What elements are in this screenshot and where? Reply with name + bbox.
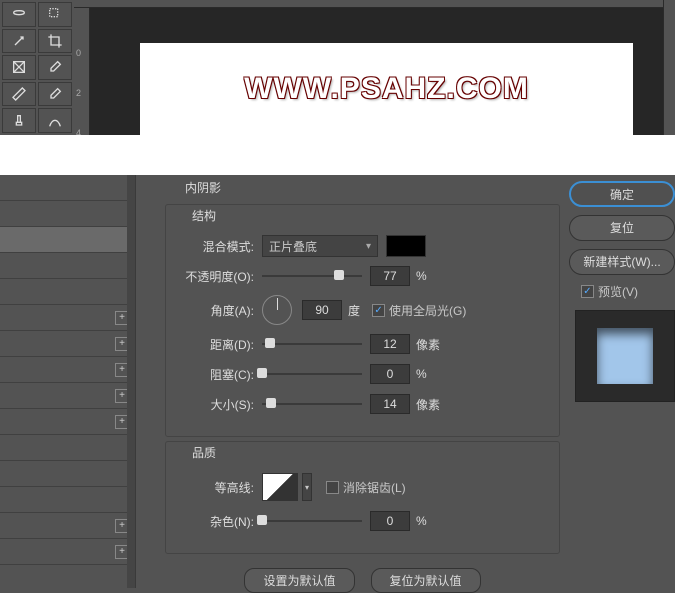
size-row: 大小(S): 像素 <box>178 392 547 416</box>
list-item[interactable]: + <box>0 331 135 357</box>
preview-swatch <box>597 328 653 384</box>
distance-label: 距离(D): <box>178 336 262 353</box>
stamp-tool[interactable] <box>2 108 36 133</box>
angle-label: 角度(A): <box>178 302 262 319</box>
distance-input[interactable] <box>370 334 410 354</box>
cancel-button[interactable]: 复位 <box>569 215 675 241</box>
new-style-button[interactable]: 新建样式(W)... <box>569 249 675 275</box>
angle-input[interactable] <box>302 300 342 320</box>
styles-list: + + + + + + + <box>0 175 136 588</box>
size-label: 大小(S): <box>178 396 262 413</box>
tools-panel <box>0 0 74 135</box>
gap <box>0 135 675 177</box>
magic-wand-tool[interactable] <box>2 29 36 54</box>
contour-dropdown[interactable]: ▾ <box>302 473 312 501</box>
list-item[interactable] <box>0 487 135 513</box>
history-brush-tool[interactable] <box>38 108 72 133</box>
list-item-active[interactable] <box>0 227 135 253</box>
list-item[interactable]: + <box>0 409 135 435</box>
dialog-right-panel: 确定 复位 新建样式(W)... 预览(V) <box>569 181 675 402</box>
opacity-input[interactable] <box>370 266 410 286</box>
lasso-tool[interactable] <box>2 2 36 27</box>
distance-slider[interactable] <box>262 334 362 354</box>
contour-swatch[interactable] <box>262 473 298 501</box>
preview-checkbox[interactable] <box>581 285 594 298</box>
size-slider[interactable] <box>262 394 362 414</box>
reset-default-button[interactable]: 复位为默认值 <box>371 568 481 593</box>
structure-label: 结构 <box>178 205 547 228</box>
blend-mode-row: 混合模式: 正片叠底 <box>178 234 547 258</box>
list-item[interactable] <box>0 279 135 305</box>
antialias-label: 消除锯齿(L) <box>343 479 406 496</box>
noise-slider[interactable] <box>262 511 362 531</box>
list-item[interactable]: + <box>0 357 135 383</box>
noise-input[interactable] <box>370 511 410 531</box>
preview-label: 预览(V) <box>598 283 638 300</box>
angle-dial[interactable] <box>262 295 292 325</box>
canvas-text-layer: WWW.PSAHZ.COM <box>244 72 529 106</box>
size-unit: 像素 <box>416 396 440 413</box>
angle-row: 角度(A): 度 使用全局光(G) <box>178 294 547 326</box>
preview-box <box>575 310 675 402</box>
blend-mode-label: 混合模式: <box>178 238 262 255</box>
noise-label: 杂色(N): <box>178 513 262 530</box>
antialias-checkbox[interactable] <box>326 481 339 494</box>
right-panels-edge <box>663 0 675 135</box>
list-item[interactable] <box>0 201 135 227</box>
ruler-vertical: 0 2 4 <box>74 8 90 135</box>
list-item[interactable] <box>0 461 135 487</box>
ruler-horizontal <box>74 0 675 8</box>
inner-shadow-panel: 内阴影 结构 混合模式: 正片叠底 不透明度(O): % 角度(A): 度 使用… <box>165 175 560 588</box>
shadow-color-swatch[interactable] <box>386 235 426 257</box>
opacity-label: 不透明度(O): <box>178 268 262 285</box>
opacity-row: 不透明度(O): % <box>178 264 547 288</box>
contour-label: 等高线: <box>178 479 262 496</box>
opacity-slider[interactable] <box>262 266 362 286</box>
contour-row: 等高线: ▾ 消除锯齿(L) <box>178 471 547 503</box>
noise-unit: % <box>416 514 427 528</box>
quick-select-tool[interactable] <box>38 2 72 27</box>
ok-button[interactable]: 确定 <box>569 181 675 207</box>
ruler-tool[interactable] <box>2 82 36 107</box>
size-input[interactable] <box>370 394 410 414</box>
choke-row: 阻塞(C): % <box>178 362 547 386</box>
noise-row: 杂色(N): % <box>178 509 547 533</box>
distance-row: 距离(D): 像素 <box>178 332 547 356</box>
opacity-unit: % <box>416 269 427 283</box>
choke-unit: % <box>416 367 427 381</box>
global-light-checkbox[interactable] <box>372 304 385 317</box>
canvas-viewport: WWW.PSAHZ.COM <box>90 8 663 135</box>
choke-slider[interactable] <box>262 364 362 384</box>
ruler-mark: 0 <box>76 48 81 58</box>
list-item[interactable] <box>0 435 135 461</box>
layer-style-dialog: + + + + + + + 内阴影 结构 混合模式: 正片叠底 不透明度(O):… <box>0 175 675 588</box>
eyedropper-tool[interactable] <box>38 55 72 80</box>
blend-mode-select[interactable]: 正片叠底 <box>262 235 378 257</box>
list-item[interactable]: + <box>0 305 135 331</box>
crop-tool[interactable] <box>38 29 72 54</box>
quality-label: 品质 <box>178 442 547 465</box>
brush-tool[interactable] <box>38 82 72 107</box>
choke-input[interactable] <box>370 364 410 384</box>
canvas-document[interactable]: WWW.PSAHZ.COM <box>140 43 633 135</box>
list-item[interactable]: + <box>0 539 135 565</box>
section-title: 内阴影 <box>165 175 560 200</box>
ruler-mark: 2 <box>76 88 81 98</box>
list-item[interactable] <box>0 253 135 279</box>
list-item[interactable] <box>0 175 135 201</box>
frame-tool[interactable] <box>2 55 36 80</box>
global-light-label: 使用全局光(G) <box>389 302 466 319</box>
make-default-button[interactable]: 设置为默认值 <box>244 568 354 593</box>
workspace-top: 0 2 4 WWW.PSAHZ.COM <box>0 0 675 135</box>
list-item[interactable]: + <box>0 383 135 409</box>
choke-label: 阻塞(C): <box>178 366 262 383</box>
distance-unit: 像素 <box>416 336 440 353</box>
styles-scrollbar[interactable] <box>127 175 135 588</box>
angle-unit: 度 <box>348 302 360 319</box>
list-item[interactable]: + <box>0 513 135 539</box>
